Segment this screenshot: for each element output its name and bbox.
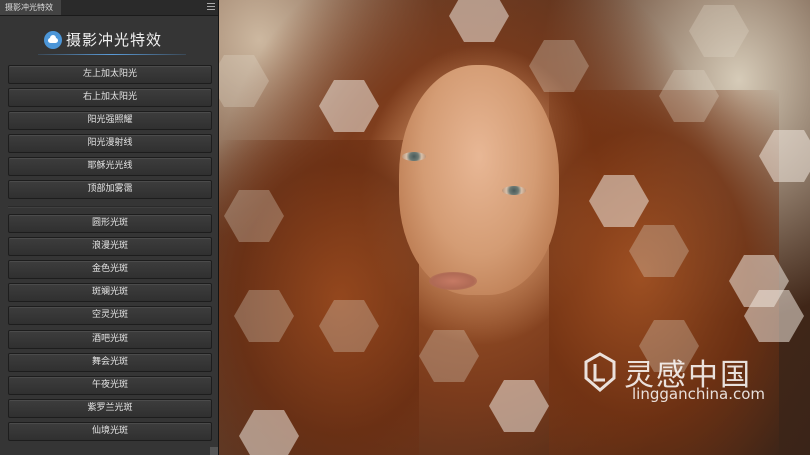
effect-button[interactable]: 圆形光斑 [8,214,212,233]
effect-button[interactable]: 空灵光斑 [8,306,212,325]
effect-button[interactable]: 紫罗兰光斑 [8,399,212,418]
effect-button[interactable]: 酒吧光斑 [8,330,212,349]
watermark-logo-icon [584,352,616,392]
effect-button[interactable]: 午夜光斑 [8,376,212,395]
effect-button[interactable]: 右上加太阳光 [8,88,212,107]
panel-menu-icon[interactable] [207,3,215,11]
effect-button[interactable]: 阳光漫射线 [8,134,212,153]
photo-detail [402,152,426,161]
panel-titlebar: 摄影冲光特效 [0,0,218,16]
bokeh-hex [319,80,379,132]
photo-subject [399,65,559,295]
panel-header: 摄影冲光特效 [38,28,186,55]
bokeh-hex [449,0,509,42]
photo-detail [429,272,477,290]
effect-button[interactable]: 舞会光斑 [8,353,212,372]
effect-button[interactable]: 阳光强照耀 [8,111,212,130]
effect-button[interactable]: 浪漫光斑 [8,237,212,256]
bokeh-hex [419,330,479,382]
effect-button[interactable]: 顶部加雾霭 [8,180,212,199]
photo-canvas[interactable]: 灵感中国 lingganchina.com [219,0,810,455]
cloud-logo-icon [44,31,62,49]
bokeh-hex [489,380,549,432]
header-underline [38,54,186,55]
photo-detail [502,186,526,195]
action-panel: 摄影冲光特效 摄影冲光特效 左上加太阳光 右上加太阳光 阳光强照耀 阳光漫射线 … [0,0,219,455]
effect-button[interactable]: 金色光斑 [8,260,212,279]
effect-button[interactable]: 仙境光斑 [8,422,212,441]
group-divider [8,206,212,208]
bokeh-hex [689,5,749,57]
watermark-url: lingganchina.com [632,385,766,403]
panel-tab[interactable]: 摄影冲光特效 [0,0,61,15]
effect-button[interactable]: 耶稣光光线 [8,157,212,176]
panel-title: 摄影冲光特效 [66,31,163,49]
resize-handle[interactable] [210,447,218,455]
effect-button[interactable]: 斑斓光斑 [8,283,212,302]
effect-button[interactable]: 左上加太阳光 [8,65,212,84]
bokeh-hex [219,55,269,107]
bokeh-hex [529,40,589,92]
